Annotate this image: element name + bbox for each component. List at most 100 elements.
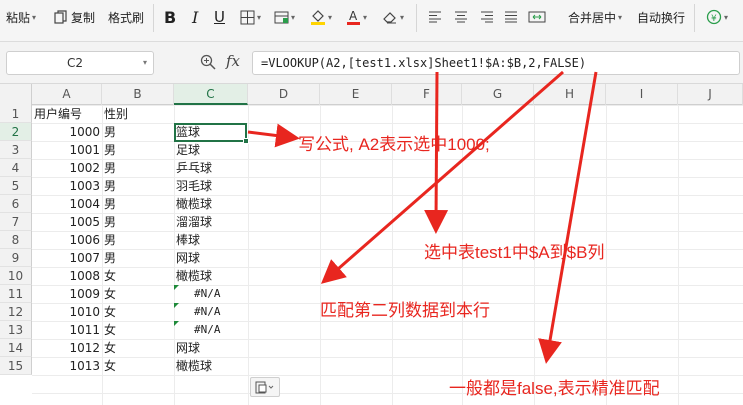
cell-b1[interactable]: 性别: [102, 105, 174, 123]
row-header-9[interactable]: 9: [0, 249, 32, 267]
cell-a10[interactable]: 1008: [32, 267, 102, 285]
borders-button[interactable]: ▾: [240, 0, 261, 34]
align-left-button[interactable]: [428, 0, 442, 34]
cell-a14[interactable]: 1012: [32, 339, 102, 357]
cell-b13[interactable]: 女: [102, 321, 174, 339]
row-header-10[interactable]: 10: [0, 267, 32, 285]
select-all-corner[interactable]: [0, 84, 32, 105]
merge-expand-button[interactable]: [528, 0, 546, 34]
number-format-dropdown-icon[interactable]: ▾: [724, 13, 728, 22]
cell-b2[interactable]: 男: [102, 123, 174, 141]
row-header-7[interactable]: 7: [0, 213, 32, 231]
borders-dropdown-icon[interactable]: ▾: [257, 13, 261, 22]
row-header-6[interactable]: 6: [0, 195, 32, 213]
cell-a8[interactable]: 1006: [32, 231, 102, 249]
format-painter-button[interactable]: 格式刷: [108, 0, 144, 34]
column-header-f[interactable]: F: [392, 84, 462, 105]
cell-a3[interactable]: 1001: [32, 141, 102, 159]
row-header-8[interactable]: 8: [0, 231, 32, 249]
cell-b8[interactable]: 男: [102, 231, 174, 249]
cell-c9[interactable]: 网球: [174, 249, 248, 267]
column-header-i[interactable]: I: [606, 84, 678, 105]
row-header-1[interactable]: 1: [0, 105, 32, 123]
cell-c5[interactable]: 羽毛球: [174, 177, 248, 195]
cell-a11[interactable]: 1009: [32, 285, 102, 303]
align-center-button[interactable]: [454, 0, 468, 34]
cell-b7[interactable]: 男: [102, 213, 174, 231]
cell-a15[interactable]: 1013: [32, 357, 102, 375]
cell-c13[interactable]: #N/A: [174, 321, 248, 339]
cell-c4[interactable]: 乒乓球: [174, 159, 248, 177]
column-header-d[interactable]: D: [248, 84, 320, 105]
cell-a2[interactable]: 1000: [32, 123, 102, 141]
row-header-2[interactable]: 2: [0, 123, 32, 141]
cell-a5[interactable]: 1003: [32, 177, 102, 195]
row-header-5[interactable]: 5: [0, 177, 32, 195]
cell-c12[interactable]: #N/A: [174, 303, 248, 321]
font-color-dropdown-icon[interactable]: ▾: [363, 13, 367, 22]
cell-a13[interactable]: 1011: [32, 321, 102, 339]
cell-a9[interactable]: 1007: [32, 249, 102, 267]
row-header-4[interactable]: 4: [0, 159, 32, 177]
fill-color-dropdown-icon[interactable]: ▾: [328, 13, 332, 22]
column-header-c[interactable]: C: [174, 84, 248, 105]
column-header-a[interactable]: A: [32, 84, 102, 105]
align-right-button[interactable]: [480, 0, 494, 34]
cell-a12[interactable]: 1010: [32, 303, 102, 321]
cell-b15[interactable]: 女: [102, 357, 174, 375]
merge-center-button[interactable]: 合并居中 ▾: [568, 0, 622, 34]
clear-button[interactable]: ▾: [382, 0, 404, 34]
zoom-formula-icon[interactable]: [200, 54, 216, 70]
column-header-h[interactable]: H: [534, 84, 606, 105]
italic-button[interactable]: I: [192, 0, 198, 34]
clear-dropdown-icon[interactable]: ▾: [400, 13, 404, 22]
paste-dropdown-icon[interactable]: ▾: [32, 13, 36, 22]
cell-c6[interactable]: 橄榄球: [174, 195, 248, 213]
cell-b4[interactable]: 男: [102, 159, 174, 177]
cell-c3[interactable]: 足球: [174, 141, 248, 159]
name-box[interactable]: C2 ▾: [6, 51, 154, 75]
row-header-3[interactable]: 3: [0, 141, 32, 159]
cell-c10[interactable]: 橄榄球: [174, 267, 248, 285]
cell-b10[interactable]: 女: [102, 267, 174, 285]
name-box-dropdown-icon[interactable]: ▾: [143, 58, 147, 67]
paste-options-button[interactable]: [250, 377, 280, 397]
cell-a7[interactable]: 1005: [32, 213, 102, 231]
formula-input[interactable]: =VLOOKUP(A2,[test1.xlsx]Sheet1!$A:$B,2,F…: [252, 51, 740, 75]
cell-a6[interactable]: 1004: [32, 195, 102, 213]
paste-button[interactable]: 粘贴 ▾: [6, 0, 36, 34]
cell-b9[interactable]: 男: [102, 249, 174, 267]
row-header-13[interactable]: 13: [0, 321, 32, 339]
fill-color-button[interactable]: ▾: [310, 0, 332, 34]
cell-b11[interactable]: 女: [102, 285, 174, 303]
cell-c14[interactable]: 网球: [174, 339, 248, 357]
cell-c15[interactable]: 橄榄球: [174, 357, 248, 375]
cell-c11[interactable]: #N/A: [174, 285, 248, 303]
row-header-15[interactable]: 15: [0, 357, 32, 375]
cell-b14[interactable]: 女: [102, 339, 174, 357]
cell-c1[interactable]: [174, 105, 248, 123]
merge-center-dropdown-icon[interactable]: ▾: [618, 13, 622, 22]
row-header-12[interactable]: 12: [0, 303, 32, 321]
cell-b3[interactable]: 男: [102, 141, 174, 159]
cell-c7[interactable]: 溜溜球: [174, 213, 248, 231]
column-header-g[interactable]: G: [462, 84, 534, 105]
cell-a1[interactable]: 用户编号: [32, 105, 102, 123]
row-header-11[interactable]: 11: [0, 285, 32, 303]
cell-style-dropdown-icon[interactable]: ▾: [291, 13, 295, 22]
number-format-button[interactable]: ¥ ▾: [706, 0, 728, 34]
cell-b6[interactable]: 男: [102, 195, 174, 213]
bold-button[interactable]: B: [164, 0, 176, 34]
fill-format-button[interactable]: ▾: [274, 0, 295, 34]
column-header-b[interactable]: B: [102, 84, 174, 105]
insert-function-icon[interactable]: fx: [226, 52, 240, 70]
column-header-e[interactable]: E: [320, 84, 392, 105]
copy-button[interactable]: 复制: [54, 0, 95, 34]
wrap-text-button[interactable]: 自动换行: [637, 0, 685, 34]
underline-button[interactable]: U: [214, 0, 225, 34]
fill-handle[interactable]: [243, 138, 249, 144]
cell-c8[interactable]: 棒球: [174, 231, 248, 249]
font-color-button[interactable]: A ▾: [346, 0, 367, 34]
row-header-14[interactable]: 14: [0, 339, 32, 357]
cell-a4[interactable]: 1002: [32, 159, 102, 177]
